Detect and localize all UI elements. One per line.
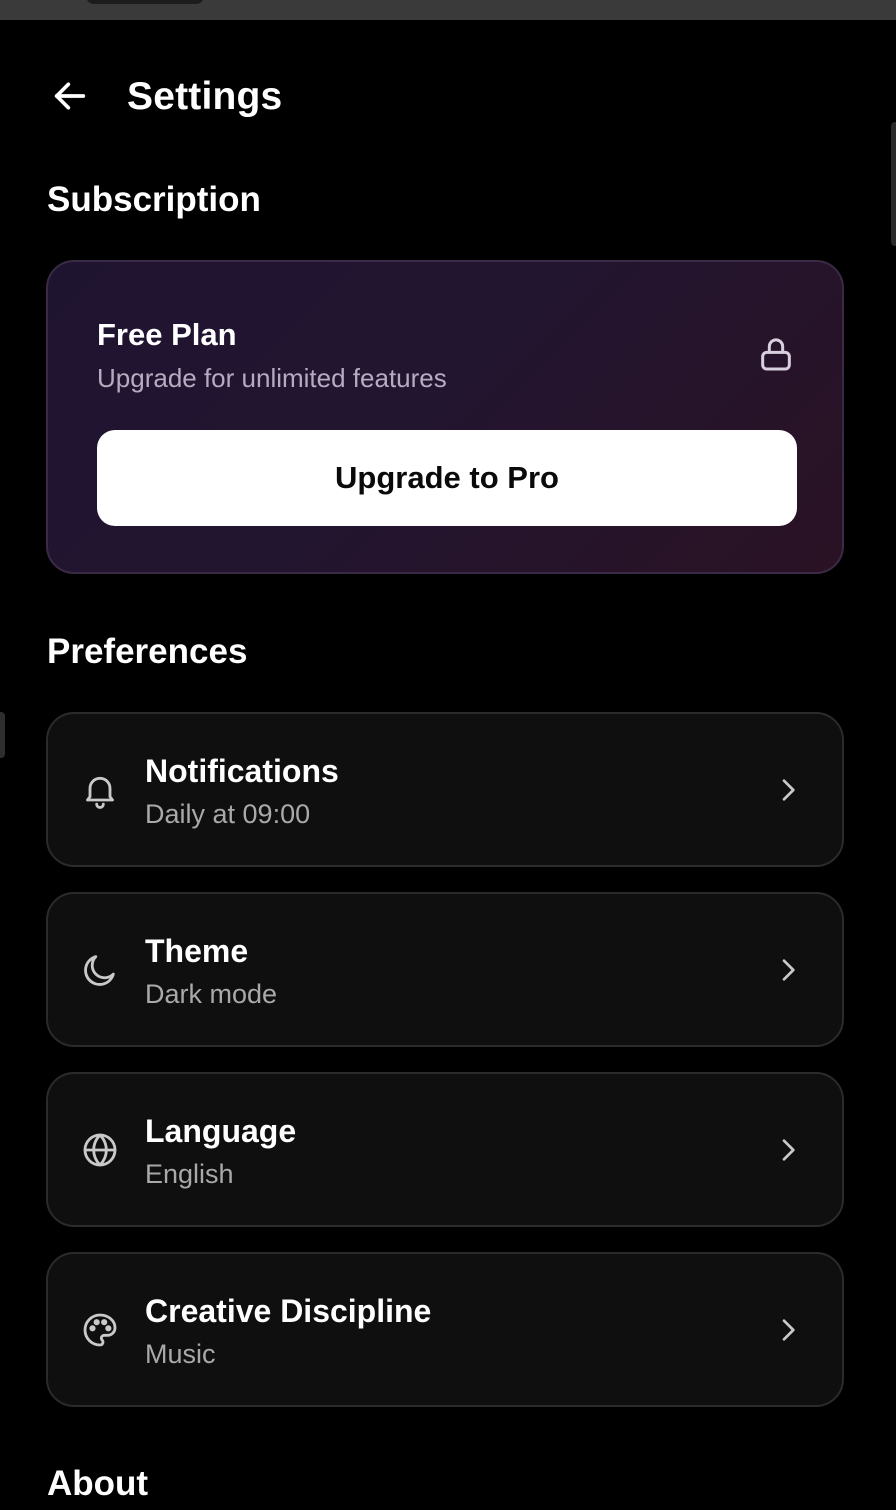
right-edge-handle[interactable] bbox=[891, 122, 896, 246]
top-system-bar bbox=[0, 0, 896, 20]
plan-description: Upgrade for unlimited features bbox=[97, 363, 447, 393]
chevron-right-icon bbox=[782, 1319, 795, 1341]
subscription-section-title: Subscription bbox=[47, 180, 261, 219]
lock-icon bbox=[761, 338, 791, 371]
palette-icon bbox=[83, 1313, 117, 1347]
preference-label: Creative Discipline bbox=[145, 1293, 432, 1329]
page-title: Settings bbox=[127, 75, 283, 118]
preference-value: Dark mode bbox=[145, 979, 278, 1009]
preference-value: English bbox=[145, 1159, 234, 1189]
preference-item-notifications[interactable]: Notifications Daily at 09:00 bbox=[46, 712, 844, 867]
moon-icon bbox=[84, 955, 115, 986]
preference-label: Theme bbox=[145, 933, 249, 969]
arrow-left-icon bbox=[54, 82, 86, 110]
preferences-section-title: Preferences bbox=[47, 632, 248, 671]
chevron-right-icon bbox=[782, 959, 795, 981]
globe-icon bbox=[83, 1133, 117, 1167]
preference-item-theme[interactable]: Theme Dark mode bbox=[46, 892, 844, 1047]
about-section-title: About bbox=[47, 1464, 149, 1503]
header: Settings bbox=[0, 58, 896, 136]
status-pill bbox=[86, 0, 204, 4]
preference-value: Daily at 09:00 bbox=[145, 799, 311, 829]
back-button[interactable] bbox=[46, 72, 94, 120]
preference-label: Language bbox=[145, 1113, 297, 1149]
preference-label: Notifications bbox=[145, 753, 339, 789]
bell-icon bbox=[86, 776, 114, 809]
upgrade-to-pro-button[interactable]: Upgrade to Pro bbox=[97, 430, 797, 526]
plan-name: Free Plan bbox=[97, 317, 237, 352]
preference-item-creative-discipline[interactable]: Creative Discipline Music bbox=[46, 1252, 844, 1407]
preference-value: Music bbox=[145, 1339, 216, 1369]
left-edge-handle[interactable] bbox=[0, 712, 5, 758]
chevron-right-icon bbox=[782, 1139, 795, 1161]
preference-item-language[interactable]: Language English bbox=[46, 1072, 844, 1227]
subscription-card: Free Plan Upgrade for unlimited features… bbox=[46, 260, 844, 574]
settings-screen: Settings Subscription Free Plan Upgrade … bbox=[0, 0, 896, 1510]
chevron-right-icon bbox=[782, 779, 795, 801]
